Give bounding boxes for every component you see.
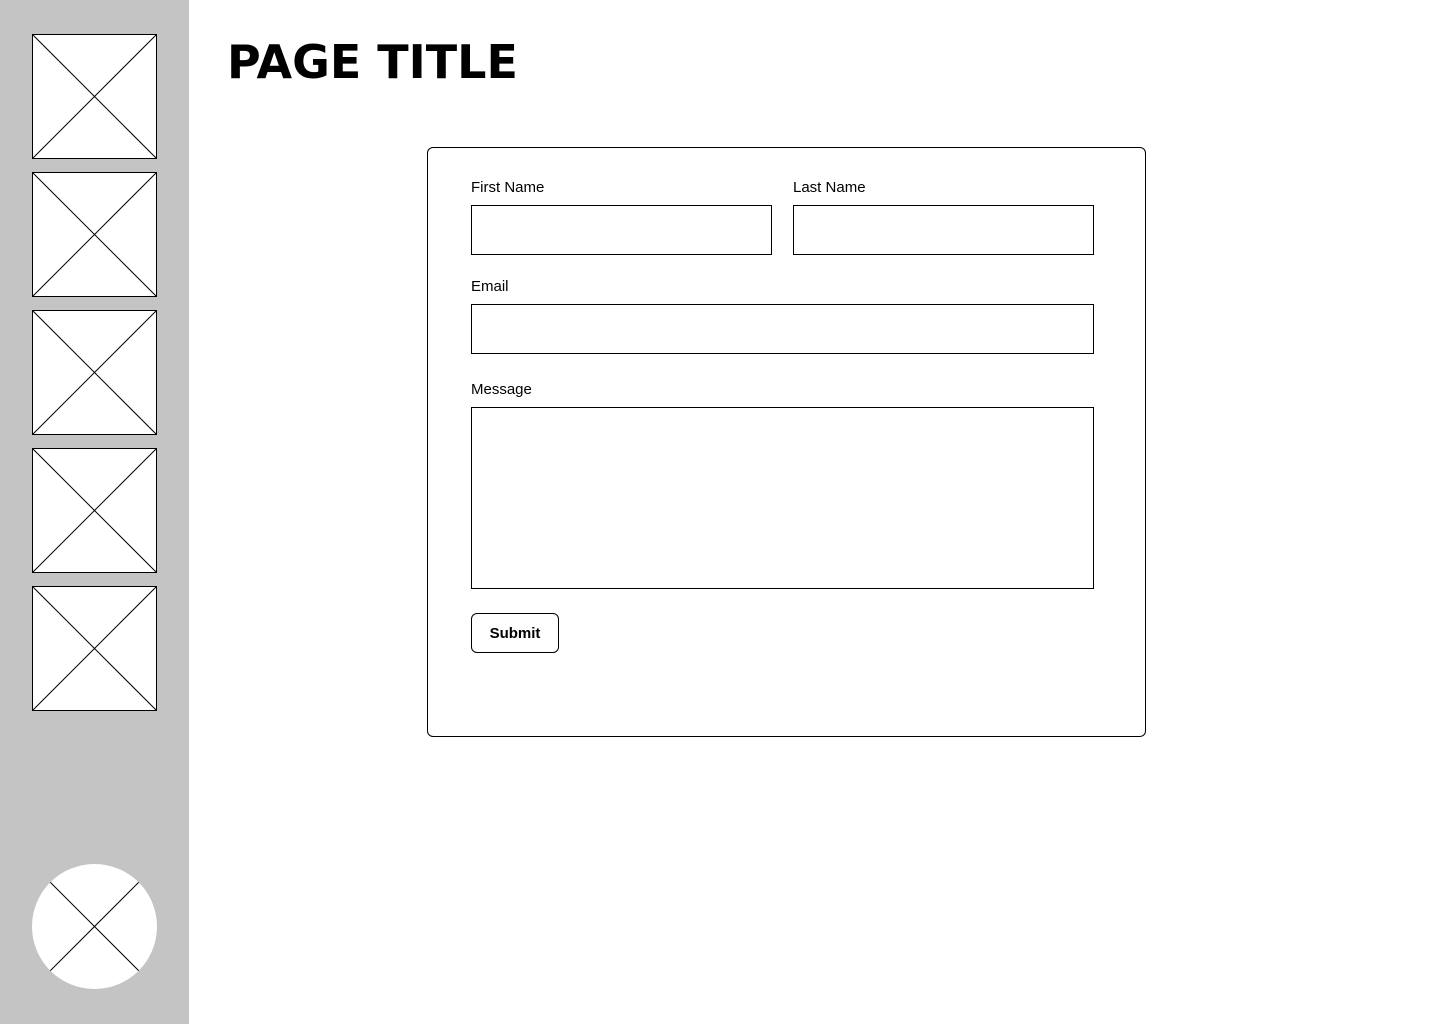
contact-form: First Name Last Name Email Message Submi…: [427, 147, 1146, 737]
last-name-label: Last Name: [793, 179, 866, 196]
first-name-label: First Name: [471, 179, 545, 196]
first-name-field[interactable]: [471, 205, 772, 255]
message-label: Message: [471, 381, 532, 398]
email-field[interactable]: [471, 304, 1094, 354]
sidebar-item-1[interactable]: [32, 34, 157, 159]
message-field[interactable]: [471, 407, 1094, 589]
sidebar-item-2[interactable]: [32, 172, 157, 297]
image-placeholder-icon: [32, 310, 157, 435]
image-placeholder-icon: [32, 172, 157, 297]
sidebar-item-5[interactable]: [32, 586, 157, 711]
sidebar-item-3[interactable]: [32, 310, 157, 435]
image-placeholder-icon: [32, 586, 157, 711]
page: PAGE TITLE First Name Last Name Email Me…: [0, 0, 1440, 1024]
image-placeholder-icon: [32, 34, 157, 159]
sidebar-item-4[interactable]: [32, 448, 157, 573]
last-name-field[interactable]: [793, 205, 1094, 255]
avatar-placeholder-icon: [32, 864, 157, 989]
submit-button[interactable]: Submit: [471, 613, 559, 653]
sidebar: [0, 0, 189, 1024]
email-label: Email: [471, 278, 509, 295]
image-placeholder-icon: [32, 448, 157, 573]
avatar[interactable]: [32, 864, 157, 989]
page-title: PAGE TITLE: [227, 35, 518, 89]
